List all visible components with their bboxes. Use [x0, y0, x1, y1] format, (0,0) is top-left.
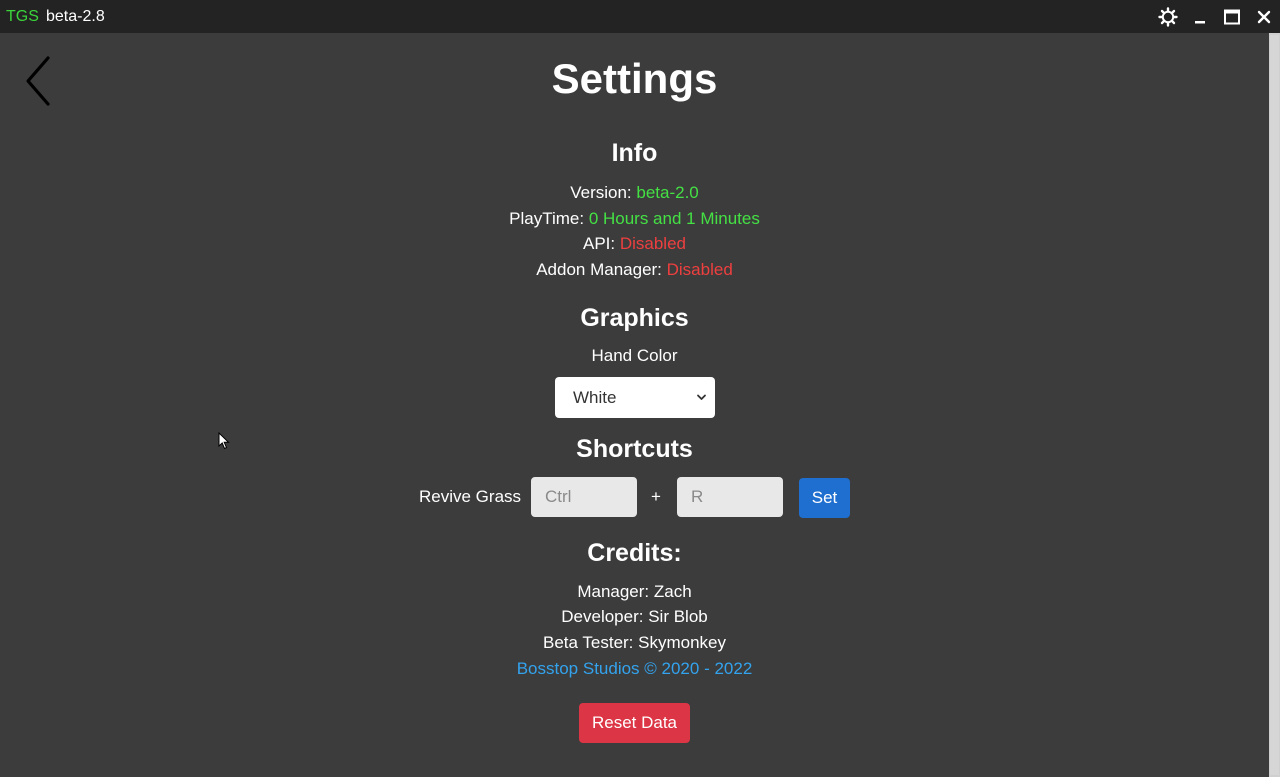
addon-line: Addon Manager: Disabled	[0, 260, 1269, 280]
maximize-icon[interactable]	[1221, 6, 1243, 28]
playtime-line: PlayTime: 0 Hours and 1 Minutes	[0, 209, 1269, 229]
playtime-label: PlayTime:	[509, 209, 589, 228]
gear-icon[interactable]	[1157, 6, 1179, 28]
addon-label: Addon Manager:	[536, 260, 667, 279]
app-name: TGS	[6, 8, 39, 25]
credit-manager: Manager: Zach	[577, 582, 692, 601]
modifier-key-input[interactable]: Ctrl	[531, 477, 637, 517]
minimize-icon[interactable]	[1189, 6, 1211, 28]
app-version: beta-2.8	[46, 8, 105, 25]
close-icon[interactable]	[1253, 6, 1275, 28]
plus-sign: +	[651, 487, 661, 506]
hand-color-label: Hand Color	[591, 346, 678, 365]
credits-heading: Credits:	[587, 539, 682, 567]
reset-data-button[interactable]: Reset Data	[579, 703, 690, 743]
key-input[interactable]: R	[677, 477, 783, 517]
shortcuts-heading: Shortcuts	[576, 435, 693, 463]
version-value: beta-2.0	[636, 183, 699, 202]
page-title: Settings	[551, 55, 718, 102]
api-value: Disabled	[619, 234, 686, 253]
credit-developer: Developer: Sir Blob	[561, 607, 708, 626]
api-line: API: Disabled	[0, 234, 1269, 254]
credit-tester: Beta Tester: Skymonkey	[543, 633, 726, 652]
mouse-cursor-icon	[218, 432, 230, 450]
graphics-heading: Graphics	[580, 304, 689, 332]
info-heading: Info	[611, 139, 658, 167]
copyright-link[interactable]: Bosstop Studios © 2020 - 2022	[0, 659, 1269, 679]
addon-value: Disabled	[666, 260, 733, 279]
chevron-down-icon	[697, 394, 706, 400]
api-label: API:	[582, 234, 620, 253]
revive-grass-label: Revive Grass	[419, 487, 522, 506]
playtime-value: 0 Hours and 1 Minutes	[588, 209, 760, 228]
set-shortcut-button[interactable]: Set	[799, 478, 850, 518]
version-line: Version: beta-2.0	[0, 183, 1269, 203]
hand-color-select[interactable]: White	[555, 377, 715, 418]
version-label: Version:	[570, 183, 637, 202]
title-bar: TGS beta-2.8	[0, 0, 1280, 33]
scrollbar-thumb[interactable]	[1270, 35, 1279, 775]
hand-color-value: White	[573, 388, 617, 407]
